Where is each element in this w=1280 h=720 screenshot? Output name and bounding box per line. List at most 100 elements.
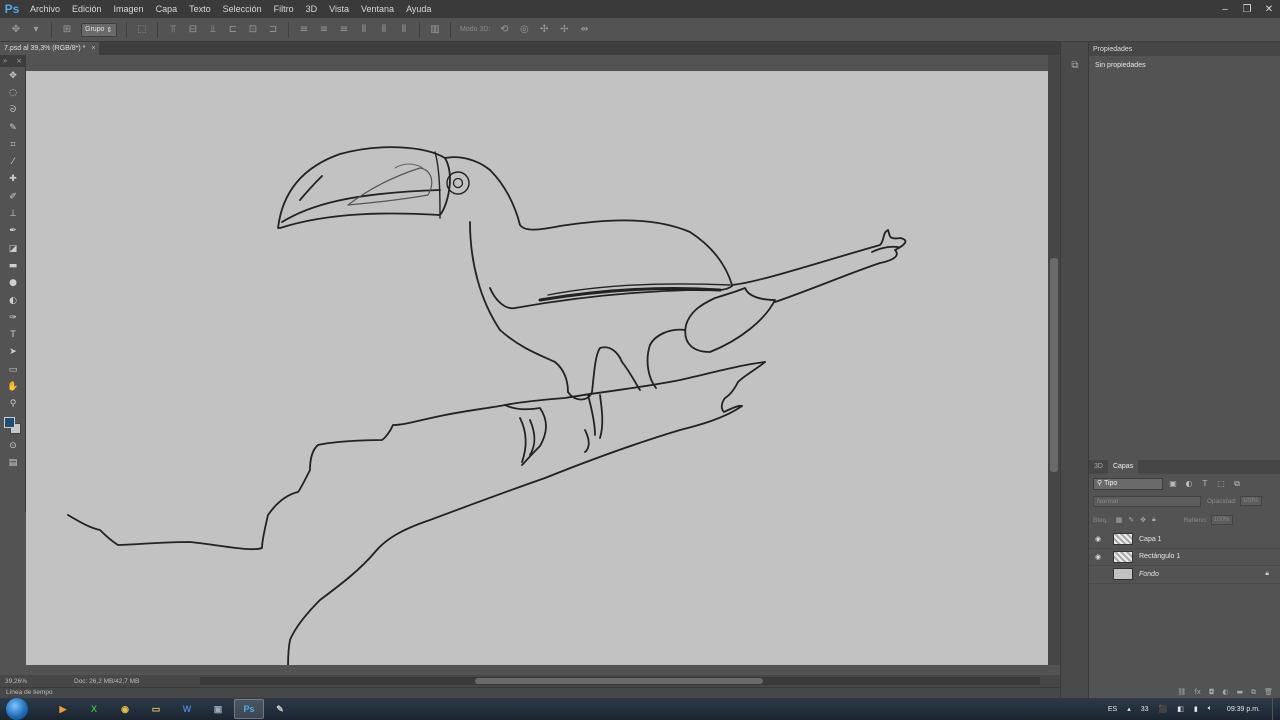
align-vcenter-icon[interactable]: ⊟	[186, 23, 200, 37]
document-tab[interactable]: 7.psd al 39,3% (RGB/8*) * ×	[0, 42, 100, 55]
distribute-bottom-icon[interactable]: ≡	[337, 23, 351, 37]
collapse-icon[interactable]: »	[3, 57, 7, 65]
3d-rotate-icon[interactable]: ⟲	[497, 23, 511, 37]
menu-archivo[interactable]: Archivo	[24, 0, 66, 18]
quick-selection-tool-icon[interactable]: ✎	[0, 119, 26, 136]
3d-slide-icon[interactable]: ✢	[557, 23, 571, 37]
tray-counter[interactable]: 33	[1141, 706, 1149, 713]
antivirus-icon[interactable]: ⬛	[1159, 705, 1168, 713]
filter-pixel-icon[interactable]: ▣	[1167, 478, 1179, 490]
paint-taskbar-icon[interactable]: ✎	[265, 699, 295, 719]
type-tool-icon[interactable]: T	[0, 326, 26, 343]
menu-edicion[interactable]: Edición	[66, 0, 108, 18]
clock[interactable]: 09:39 p.m.	[1227, 706, 1260, 713]
close-icon[interactable]: ×	[91, 42, 95, 55]
menu-texto[interactable]: Texto	[183, 0, 217, 18]
layer-style-icon[interactable]: fx	[1194, 688, 1201, 696]
layer-filter-dropdown[interactable]: ⚲ Tipo	[1093, 478, 1163, 490]
move-tool-icon[interactable]: ✥	[0, 67, 26, 84]
distribute-vcenter-icon[interactable]: ≡	[317, 23, 331, 37]
layer-row-capa-1[interactable]: ◉ Capa 1	[1089, 531, 1280, 549]
3d-pan-icon[interactable]: ✣	[537, 23, 551, 37]
3d-roll-icon[interactable]: ◎	[517, 23, 531, 37]
word-taskbar-icon[interactable]: W	[172, 699, 202, 719]
hand-tool-icon[interactable]: ✋	[0, 378, 26, 395]
visibility-eye-icon[interactable]: ◉	[1089, 553, 1107, 561]
auto-select-group-dropdown[interactable]: Grupo ⇕	[81, 22, 117, 37]
history-panel-icon[interactable]: ⧉	[1067, 60, 1083, 74]
menu-ventana[interactable]: Ventana	[355, 0, 400, 18]
blend-mode-dropdown[interactable]: Normal	[1093, 495, 1201, 507]
show-desktop-button[interactable]	[1272, 698, 1280, 720]
menu-seleccion[interactable]: Selección	[217, 0, 268, 18]
close-icon[interactable]: ×	[16, 57, 22, 65]
volume-icon[interactable]: 🔈︎	[1208, 705, 1212, 713]
path-selection-tool-icon[interactable]: ➤	[0, 344, 26, 361]
fill-input[interactable]: 100%	[1210, 515, 1233, 525]
new-group-icon[interactable]: ▬	[1236, 688, 1243, 696]
tray-app-icon[interactable]: ◧	[1177, 705, 1184, 713]
close-button[interactable]: ✕	[1258, 0, 1280, 18]
photoshop-taskbar-icon[interactable]: Ps	[234, 699, 264, 719]
new-layer-icon[interactable]: ⧉	[1251, 688, 1256, 697]
menu-vista[interactable]: Vista	[323, 0, 355, 18]
horizontal-scroll-thumb[interactable]	[475, 678, 763, 684]
canvas[interactable]	[26, 71, 1048, 665]
align-bottom-icon[interactable]: ⫫	[206, 23, 220, 37]
dodge-tool-icon[interactable]: ◐	[0, 292, 26, 309]
auto-select-icon[interactable]: ⊞	[60, 23, 74, 37]
vertical-scroll-thumb[interactable]	[1050, 258, 1058, 472]
start-button[interactable]	[6, 698, 28, 720]
lock-image-icon[interactable]: ✎	[1128, 516, 1134, 524]
lock-transparent-icon[interactable]: ▦	[1116, 516, 1123, 524]
healing-brush-tool-icon[interactable]: ✚	[0, 171, 26, 188]
eyedropper-tool-icon[interactable]: ⁄	[0, 153, 26, 170]
pen-tool-icon[interactable]: ✑	[0, 309, 26, 326]
layer-row-fondo[interactable]: Fondo 🔒︎	[1089, 566, 1280, 584]
tools-panel-header[interactable]: » ×	[0, 55, 25, 67]
window-manager-taskbar-icon[interactable]: ▣	[203, 699, 233, 719]
visibility-eye-icon[interactable]: ◉	[1089, 535, 1107, 543]
filter-adjustment-icon[interactable]: ◐	[1183, 478, 1195, 490]
distribute-hcenter-icon[interactable]: ⦀	[377, 23, 391, 37]
filter-type-icon[interactable]: T	[1199, 478, 1211, 490]
distribute-left-icon[interactable]: ⦀	[357, 23, 371, 37]
restore-button[interactable]: ❐	[1236, 0, 1258, 18]
menu-capa[interactable]: Capa	[150, 0, 184, 18]
distribute-right-icon[interactable]: ⦀	[397, 23, 411, 37]
align-top-icon[interactable]: ⫪	[166, 23, 180, 37]
history-brush-tool-icon[interactable]: ✒	[0, 223, 26, 240]
quick-mask-icon[interactable]: ⊙	[0, 437, 26, 454]
excel-taskbar-icon[interactable]: X	[79, 699, 109, 719]
foreground-color-swatch[interactable]	[4, 416, 15, 428]
rectangle-tool-icon[interactable]: ▭	[0, 361, 26, 378]
crop-tool-icon[interactable]: ⌗	[0, 136, 26, 153]
zoom-tool-icon[interactable]: ⚲	[0, 396, 26, 413]
network-icon[interactable]: ▮	[1194, 705, 1198, 713]
zoom-level[interactable]: 39,26%	[0, 678, 60, 685]
vertical-scrollbar[interactable]	[1048, 55, 1060, 665]
explorer-taskbar-icon[interactable]: ▭	[141, 699, 171, 719]
link-layers-icon[interactable]: ⛓	[1177, 688, 1186, 696]
chrome-taskbar-icon[interactable]: ◉	[110, 699, 140, 719]
align-right-icon[interactable]: ⊐	[266, 23, 280, 37]
menu-3d[interactable]: 3D	[300, 0, 324, 18]
tab-capas[interactable]: Capas	[1107, 460, 1139, 474]
blur-tool-icon[interactable]: ●	[0, 275, 26, 292]
timeline-panel-tab[interactable]: Línea de tiempo	[0, 687, 1060, 698]
tray-expand-icon[interactable]: ▴	[1127, 705, 1131, 713]
lock-all-icon[interactable]: 🔒︎	[1152, 516, 1156, 524]
tab-propiedades[interactable]: Propiedades	[1093, 46, 1132, 53]
menu-imagen[interactable]: Imagen	[108, 0, 150, 18]
menu-ayuda[interactable]: Ayuda	[400, 0, 437, 18]
delete-layer-icon[interactable]: 🗑︎	[1264, 688, 1273, 696]
lasso-tool-icon[interactable]: ᘐ	[0, 102, 26, 119]
align-left-icon[interactable]: ⊏	[226, 23, 240, 37]
distribute-top-icon[interactable]: ≡	[297, 23, 311, 37]
horizontal-scrollbar[interactable]	[200, 677, 1040, 685]
gradient-tool-icon[interactable]: ▬	[0, 257, 26, 274]
eraser-tool-icon[interactable]: ◪	[0, 240, 26, 257]
3d-scale-icon[interactable]: ⇴	[577, 23, 591, 37]
transform-controls-icon[interactable]: ⬚	[135, 23, 149, 37]
filter-shape-icon[interactable]: ⬚	[1215, 478, 1227, 490]
